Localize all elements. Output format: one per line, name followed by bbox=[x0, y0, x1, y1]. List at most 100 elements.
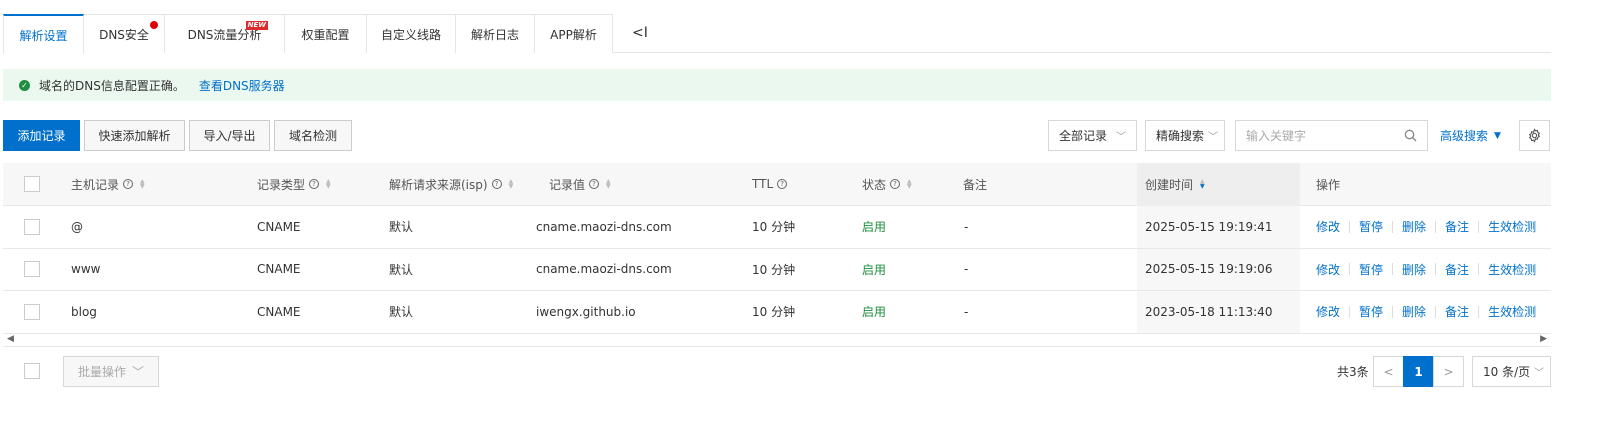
tab-label: 解析设置 bbox=[19, 28, 68, 43]
footer-select-checkbox[interactable] bbox=[24, 363, 40, 379]
remark-link[interactable]: 备注 bbox=[1445, 261, 1469, 278]
cell-status: 启用 bbox=[862, 305, 887, 320]
cell-host: blog bbox=[71, 304, 97, 319]
tab-custom-line[interactable]: 自定义线路 bbox=[366, 14, 456, 53]
tab-label: 权重配置 bbox=[301, 27, 350, 42]
cell-ttl: 10 分钟 bbox=[752, 305, 796, 320]
header-created[interactable]: 创建时间 ▲ ▼ bbox=[1145, 163, 1205, 205]
page-number[interactable]: 1 bbox=[1403, 356, 1434, 387]
import-export-button[interactable]: 导入/导出 bbox=[189, 120, 270, 151]
cell-value: iwengx.github.io bbox=[536, 304, 636, 319]
header-isp-label: 解析请求来源(isp) bbox=[389, 177, 488, 192]
chevron-down-icon: ﹀ bbox=[1534, 368, 1544, 379]
tab-dns-traffic-analysis[interactable]: DNS流量分析 NEW bbox=[164, 14, 285, 53]
add-record-button[interactable]: 添加记录 bbox=[3, 120, 80, 151]
sort-icon[interactable]: ▲ ▼ bbox=[140, 179, 145, 190]
delete-link[interactable]: 删除 bbox=[1402, 303, 1426, 320]
table-header: 主机记录? ▲ ▼ 记录类型? ▲ ▼ 解析请求来源(isp)? ▲ ▼ 记录值? ▲ ▼ TT… bbox=[3, 163, 1551, 206]
header-type[interactable]: 记录类型? ▲ ▼ bbox=[257, 163, 331, 205]
page-size-select[interactable]: 10 条/页 ﹀ bbox=[1472, 356, 1551, 387]
pause-link[interactable]: 暂停 bbox=[1359, 303, 1383, 320]
batch-operations-button[interactable]: 批量操作 ﹀ bbox=[63, 356, 159, 387]
header-value-label: 记录值 bbox=[549, 177, 586, 192]
remark-link[interactable]: 备注 bbox=[1445, 218, 1469, 235]
tab-label: 自定义线路 bbox=[380, 27, 441, 42]
total-count: 共3条 bbox=[1337, 365, 1369, 379]
cell-created: 2023-05-18 11:13:40 bbox=[1145, 304, 1273, 319]
advanced-search-button[interactable]: 高级搜索 ▼ bbox=[1440, 120, 1501, 151]
remark-link[interactable]: 备注 bbox=[1445, 303, 1469, 320]
chevron-down-icon: ﹀ bbox=[132, 365, 145, 379]
tab-dns-settings[interactable]: 解析设置 bbox=[3, 14, 84, 54]
horizontal-scrollbar[interactable]: ◀ ▶ bbox=[3, 333, 1551, 347]
tab-weight-config[interactable]: 权重配置 bbox=[284, 14, 367, 53]
header-remark: 备注 bbox=[963, 177, 988, 192]
search-icon[interactable] bbox=[1404, 129, 1417, 142]
cell-created: 2025-05-15 19:19:06 bbox=[1145, 262, 1273, 277]
cell-value: cname.maozi-dns.com bbox=[536, 219, 672, 234]
prev-page-button[interactable]: < bbox=[1373, 356, 1404, 387]
cell-host: @ bbox=[71, 219, 83, 234]
edit-link[interactable]: 修改 bbox=[1316, 218, 1340, 235]
sort-icon[interactable]: ▲ ▼ bbox=[326, 179, 331, 190]
record-filter-select[interactable]: 全部记录 ﹀ bbox=[1048, 120, 1137, 151]
row-checkbox[interactable] bbox=[24, 261, 40, 278]
help-icon[interactable]: ? bbox=[123, 179, 134, 189]
edit-link[interactable]: 修改 bbox=[1316, 303, 1340, 320]
row-checkbox[interactable] bbox=[24, 218, 40, 235]
search-placeholder: 输入关键字 bbox=[1246, 129, 1307, 143]
advanced-search-label: 高级搜索 bbox=[1440, 129, 1489, 143]
sort-icon[interactable]: ▲ ▼ bbox=[907, 179, 912, 190]
cell-ttl: 10 分钟 bbox=[752, 220, 796, 235]
header-value[interactable]: 记录值? ▲ ▼ bbox=[549, 163, 611, 205]
header-host[interactable]: 主机记录? ▲ ▼ bbox=[71, 163, 145, 205]
view-dns-servers-link[interactable]: 查看DNS服务器 bbox=[199, 77, 285, 94]
check-effect-link[interactable]: 生效检测 bbox=[1488, 261, 1536, 278]
cell-type: CNAME bbox=[257, 304, 301, 319]
tab-dns-logs[interactable]: 解析日志 bbox=[455, 14, 535, 53]
select-all-checkbox[interactable] bbox=[24, 176, 40, 192]
tab-bar: 解析设置 DNS安全 DNS流量分析 NEW 权重配置 自定义线路 解析日志 AP… bbox=[3, 14, 1551, 54]
sort-icon[interactable]: ▲ ▼ bbox=[509, 179, 514, 190]
delete-link[interactable]: 删除 bbox=[1402, 218, 1426, 235]
search-input[interactable]: 输入关键字 bbox=[1235, 120, 1428, 151]
check-effect-link[interactable]: 生效检测 bbox=[1488, 303, 1536, 320]
quick-add-button[interactable]: 快速添加解析 bbox=[84, 120, 185, 151]
cell-isp: 默认 bbox=[389, 305, 414, 320]
header-status[interactable]: 状态? ▲ ▼ bbox=[862, 163, 912, 205]
check-effect-link[interactable]: 生效检测 bbox=[1488, 218, 1536, 235]
help-icon[interactable]: ? bbox=[890, 179, 901, 189]
scroll-left-icon[interactable]: ◀ bbox=[7, 334, 14, 344]
domain-check-button[interactable]: 域名检测 bbox=[274, 120, 352, 151]
help-icon[interactable]: ? bbox=[589, 179, 600, 189]
chevron-down-icon: ﹀ bbox=[1208, 132, 1218, 143]
page-size-value: 10 条/页 bbox=[1483, 365, 1531, 379]
row-checkbox[interactable] bbox=[24, 303, 40, 320]
help-icon[interactable]: ? bbox=[309, 179, 320, 189]
chevron-down-icon: ﹀ bbox=[1116, 132, 1126, 143]
cell-status: 启用 bbox=[862, 220, 887, 235]
settings-button[interactable] bbox=[1519, 120, 1550, 151]
sort-desc-icon[interactable]: ▲ ▼ bbox=[1200, 179, 1205, 190]
tab-app-dns[interactable]: APP解析 bbox=[534, 14, 613, 53]
tab-dns-security[interactable]: DNS安全 bbox=[83, 14, 165, 53]
cell-remark: - bbox=[964, 219, 969, 234]
help-icon[interactable]: ? bbox=[777, 179, 788, 189]
header-actions: 操作 bbox=[1316, 177, 1341, 192]
search-mode-value: 精确搜索 bbox=[1156, 129, 1205, 143]
help-icon[interactable]: ? bbox=[491, 179, 502, 189]
next-page-button[interactable]: > bbox=[1433, 356, 1464, 387]
search-mode-select[interactable]: 精确搜索 ﹀ bbox=[1145, 120, 1225, 151]
sort-icon[interactable]: ▲ ▼ bbox=[606, 179, 611, 190]
edit-link[interactable]: 修改 bbox=[1316, 261, 1340, 278]
header-isp[interactable]: 解析请求来源(isp)? ▲ ▼ bbox=[389, 163, 513, 205]
collapse-tabs-button[interactable]: <I bbox=[632, 14, 648, 52]
scroll-right-icon[interactable]: ▶ bbox=[1540, 334, 1547, 344]
pause-link[interactable]: 暂停 bbox=[1359, 261, 1383, 278]
cell-value: cname.maozi-dns.com bbox=[536, 262, 672, 277]
tab-label: DNS安全 bbox=[99, 27, 149, 42]
gear-icon bbox=[1528, 128, 1541, 143]
pause-link[interactable]: 暂停 bbox=[1359, 218, 1383, 235]
table-row: blog CNAME 默认 iwengx.github.io 10 分钟 启用 - 2023-… bbox=[3, 291, 1551, 334]
delete-link[interactable]: 删除 bbox=[1402, 261, 1426, 278]
